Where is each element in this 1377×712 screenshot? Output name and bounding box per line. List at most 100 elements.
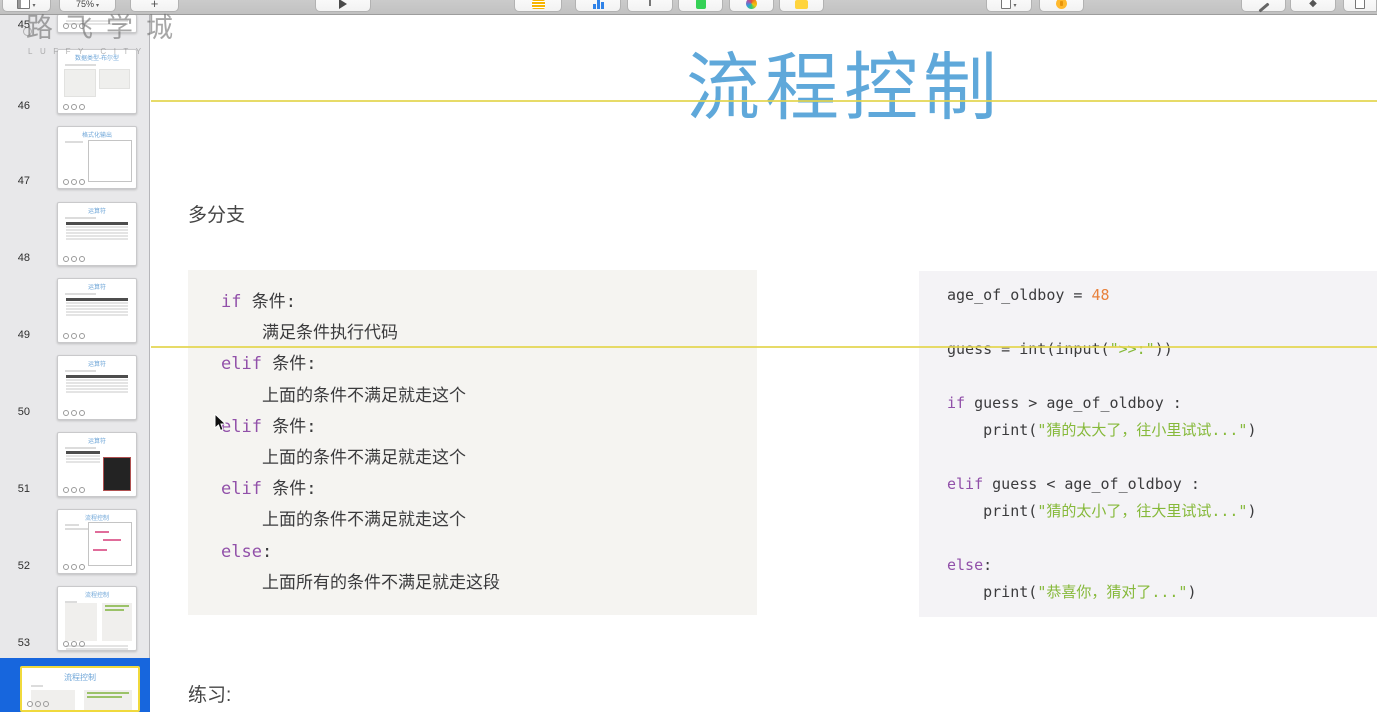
code-line: 上面的条件不满足就走这个 <box>221 448 466 469</box>
code-line: elif guess < age_of_oldboy : <box>947 475 1200 493</box>
slide-thumbnail[interactable]: 运算符 <box>57 432 137 497</box>
slide-number: 47 <box>17 175 30 187</box>
exercise-label[interactable]: 练习: <box>188 680 231 707</box>
chevron-down-icon: ▾ <box>96 2 100 9</box>
code-line: 上面的条件不满足就走这个 <box>221 510 466 531</box>
slide-number: 51 <box>17 483 30 495</box>
slide-number: 53 <box>17 637 30 649</box>
insert-shape-button[interactable] <box>678 0 723 12</box>
thumbnail-title: 运算符 <box>87 209 106 215</box>
slide-canvas[interactable]: 流程控制 多分支 if 条件: 满足条件执行代码 elif 条件: 上面的条件不满… <box>151 14 1377 712</box>
warning-icon <box>1056 0 1067 9</box>
cursor-arrow-icon <box>214 412 227 432</box>
view-options-button[interactable]: ▾ <box>2 0 51 12</box>
thumbnail-circles-icon <box>27 701 49 707</box>
thumbnail-title: 运算符 <box>87 362 106 368</box>
view-icon <box>17 0 31 9</box>
slide-thumbnail[interactable]: 流程控制 <box>20 666 140 712</box>
plus-icon: + <box>150 0 159 11</box>
chart-icon <box>592 0 604 9</box>
slide-number: 46 <box>17 100 30 112</box>
slide-thumbnail[interactable]: 数据类型-布尔型 <box>57 49 137 114</box>
slide-thumbnail[interactable]: 流程控制 <box>57 586 137 651</box>
shape-icon <box>695 0 706 9</box>
code-line: age_of_oldboy = 48 <box>947 286 1110 304</box>
slide-thumbnail[interactable]: 运算符 <box>57 278 137 343</box>
alignment-guide-top <box>151 100 1377 102</box>
comment-button[interactable] <box>779 0 824 12</box>
text-icon: T <box>646 0 654 9</box>
slide-number: 48 <box>17 252 30 264</box>
thumbnail-circles-icon <box>63 179 85 185</box>
page-icon <box>1001 0 1012 9</box>
brush-icon <box>1257 2 1270 13</box>
slide-thumbnail[interactable]: 运算符 <box>57 202 137 266</box>
code-line: else: <box>947 556 993 574</box>
table-icon <box>531 0 545 9</box>
zoom-level-button[interactable]: 75% ▾ <box>59 0 116 12</box>
code-line: if 条件: <box>221 292 296 312</box>
zoom-level-label: 75% <box>75 0 94 9</box>
thumbnail-title: 数据类型-布尔型 <box>75 56 119 62</box>
thumbnail-title: 运算符 <box>87 285 106 291</box>
section-heading[interactable]: 多分支 <box>188 200 245 227</box>
thumbnail-circles-icon <box>63 333 85 339</box>
format-button[interactable] <box>1241 0 1286 13</box>
code-line: else: <box>221 541 273 562</box>
slide-title[interactable]: 流程控制 <box>686 28 1002 135</box>
thumbnail-title: 运算符 <box>87 439 106 445</box>
code-line: if guess > age_of_oldboy : <box>947 394 1182 412</box>
insert-text-button[interactable]: T <box>627 0 673 12</box>
thumbnail-title: 格式化输出 <box>81 133 112 139</box>
play-icon <box>339 0 347 9</box>
animate-button[interactable]: ◆ <box>1290 0 1336 12</box>
thumbnail-title: 流程控制 <box>84 593 109 599</box>
insert-page-button[interactable]: ▾ <box>986 0 1032 12</box>
code-line: elif 条件: <box>221 479 317 500</box>
slide-thumbnail[interactable]: 流程控制 <box>57 509 137 574</box>
alignment-guide-middle <box>151 346 1377 348</box>
code-line: 上面所有的条件不满足就走这段 <box>221 572 500 593</box>
diamond-icon: ◆ <box>1309 0 1317 9</box>
slide-navigator: 45 46 数据类型-布尔型 47 格式化输出 48 运算符 49 运算符 50 运算符 51 运算符 5… <box>0 14 150 712</box>
document-icon <box>1355 0 1365 9</box>
slide-thumbnail[interactable] <box>57 14 137 33</box>
code-line: print("猜的太小了，往大里试试...") <box>947 502 1257 520</box>
slide-thumbnail[interactable]: 格式化输出 <box>57 126 137 189</box>
thumbnail-circles-icon <box>63 256 85 262</box>
play-button[interactable] <box>315 0 371 12</box>
thumbnail-circles-icon <box>63 641 85 647</box>
code-line: 上面的条件不满足就走这个 <box>221 385 466 406</box>
chevron-down-icon: ▾ <box>32 2 36 9</box>
code-line: elif 条件: <box>221 354 317 375</box>
thumbnail-circles-icon <box>63 23 85 29</box>
slide-thumbnail[interactable]: 运算符 <box>57 355 137 420</box>
thumbnail-circles-icon <box>63 564 85 570</box>
code-line: 满足条件执行代码 <box>221 323 398 344</box>
document-button[interactable] <box>1343 0 1377 12</box>
chevron-down-icon: ▾ <box>1013 2 1017 9</box>
code-line: guess = int(input(">>:")) <box>947 340 1173 358</box>
insert-media-button[interactable] <box>729 0 774 12</box>
slide-number: 50 <box>17 406 30 418</box>
pseudocode-panel[interactable]: if 条件: 满足条件执行代码 elif 条件: 上面的条件不满足就走这个 elif… <box>188 270 757 615</box>
toolbar: ▾ 75% ▾ + T ▾ ◆ <box>0 0 1377 15</box>
thumbnail-circles-icon <box>63 104 85 110</box>
insert-table-button[interactable] <box>514 0 562 12</box>
python-code-panel[interactable]: age_of_oldboy = 48 guess = int(input(">>… <box>919 271 1377 617</box>
code-line: print("恭喜你，猜对了...") <box>947 583 1197 601</box>
mouse-cursor <box>214 412 228 439</box>
insert-chart-button[interactable] <box>575 0 621 12</box>
add-slide-button[interactable]: + <box>130 0 179 12</box>
code-line: elif 条件: <box>221 416 317 437</box>
slide-number: 52 <box>17 560 30 572</box>
warning-button[interactable] <box>1039 0 1084 12</box>
code-line: print("猜的太大了，往小里试试...") <box>947 421 1257 439</box>
thumbnail-title: 流程控制 <box>84 516 109 522</box>
keynote-window: ▾ 75% ▾ + T ▾ ◆ 45 46 数据类型-布尔型 47 格式化输出 48 运算符 4… <box>0 0 1377 712</box>
thumbnail-circles-icon <box>63 487 85 493</box>
